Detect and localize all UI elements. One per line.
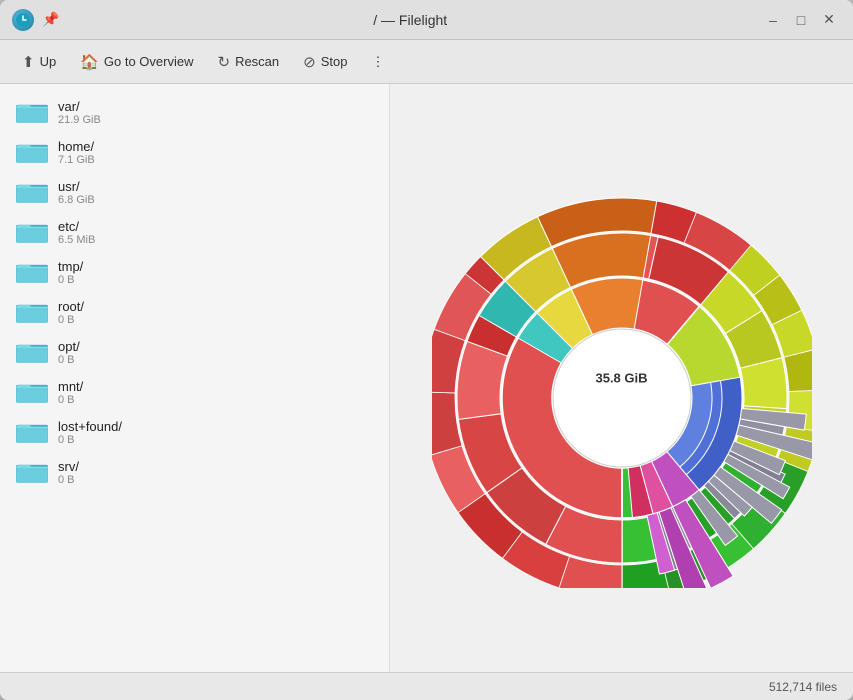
maximize-button[interactable]: □ (789, 8, 813, 32)
folder-icon (16, 338, 48, 366)
folder-name: srv/ (58, 459, 79, 474)
folder-item[interactable]: lost+found/ 0 B (0, 412, 389, 452)
folder-item[interactable]: etc/ 6.5 MiB (0, 212, 389, 252)
main-area: var/ 21.9 GiB home/ 7.1 GiB (0, 84, 853, 672)
goto-overview-label: Go to Overview (104, 54, 194, 69)
up-icon: ⬆ (22, 53, 35, 71)
folder-icon (16, 458, 48, 486)
up-button[interactable]: ⬆ Up (12, 48, 66, 76)
sunburst-chart: 35.8 GiB (432, 168, 812, 588)
folder-icon (16, 258, 48, 286)
folder-size: 6.5 MiB (58, 234, 95, 246)
folder-name: tmp/ (58, 259, 83, 274)
folder-item[interactable]: home/ 7.1 GiB (0, 132, 389, 172)
folder-name: var/ (58, 99, 101, 114)
folder-icon (16, 418, 48, 446)
folder-size: 21.9 GiB (58, 114, 101, 126)
file-count: 512,714 files (769, 680, 837, 694)
folder-name: home/ (58, 139, 95, 154)
folder-name: etc/ (58, 219, 95, 234)
folder-name: root/ (58, 299, 84, 314)
rescan-icon: ↻ (217, 53, 230, 71)
window-controls: – □ ✕ (761, 8, 841, 32)
folder-icon (16, 298, 48, 326)
folder-size: 0 B (58, 394, 83, 406)
folder-item[interactable]: opt/ 0 B (0, 332, 389, 372)
folder-size: 7.1 GiB (58, 154, 95, 166)
overview-icon: 🏠 (80, 53, 99, 71)
folder-name: usr/ (58, 179, 95, 194)
title-bar: 📌 / — Filelight – □ ✕ (0, 0, 853, 40)
up-label: Up (40, 54, 57, 69)
chart-area: 35.8 GiB (390, 84, 853, 672)
goto-overview-button[interactable]: 🏠 Go to Overview (70, 48, 203, 76)
title-bar-icons: 📌 (12, 9, 59, 31)
folder-item[interactable]: tmp/ 0 B (0, 252, 389, 292)
main-window: 📌 / — Filelight – □ ✕ ⬆ Up 🏠 Go to Overv… (0, 0, 853, 700)
folder-size: 0 B (58, 474, 79, 486)
folder-name: lost+found/ (58, 419, 122, 434)
stop-button[interactable]: ⊘ Stop (293, 48, 357, 76)
folder-name: opt/ (58, 339, 80, 354)
window-title: / — Filelight (59, 12, 761, 28)
folder-size: 0 B (58, 434, 122, 446)
rescan-button[interactable]: ↻ Rescan (207, 48, 289, 76)
folder-size: 6.8 GiB (58, 194, 95, 206)
sidebar: var/ 21.9 GiB home/ 7.1 GiB (0, 84, 390, 672)
folder-icon (16, 98, 48, 126)
toolbar: ⬆ Up 🏠 Go to Overview ↻ Rescan ⊘ Stop ⋮ (0, 40, 853, 84)
folder-item[interactable]: srv/ 0 B (0, 452, 389, 492)
folder-icon (16, 138, 48, 166)
folder-name: mnt/ (58, 379, 83, 394)
stop-label: Stop (321, 54, 348, 69)
folder-icon (16, 378, 48, 406)
folder-size: 0 B (58, 274, 83, 286)
folder-icon (16, 178, 48, 206)
more-button[interactable]: ⋮ (361, 49, 394, 75)
app-icon (12, 9, 34, 31)
folder-item[interactable]: usr/ 6.8 GiB (0, 172, 389, 212)
folder-size: 0 B (58, 354, 80, 366)
status-bar: 512,714 files (0, 672, 853, 700)
folder-icon (16, 218, 48, 246)
folder-item[interactable]: root/ 0 B (0, 292, 389, 332)
stop-icon: ⊘ (303, 53, 316, 71)
rescan-label: Rescan (235, 54, 279, 69)
more-icon: ⋮ (371, 54, 384, 70)
minimize-button[interactable]: – (761, 8, 785, 32)
folder-item[interactable]: var/ 21.9 GiB (0, 92, 389, 132)
pin-icon[interactable]: 📌 (42, 11, 59, 28)
close-button[interactable]: ✕ (817, 8, 841, 32)
folder-size: 0 B (58, 314, 84, 326)
folder-item[interactable]: mnt/ 0 B (0, 372, 389, 412)
